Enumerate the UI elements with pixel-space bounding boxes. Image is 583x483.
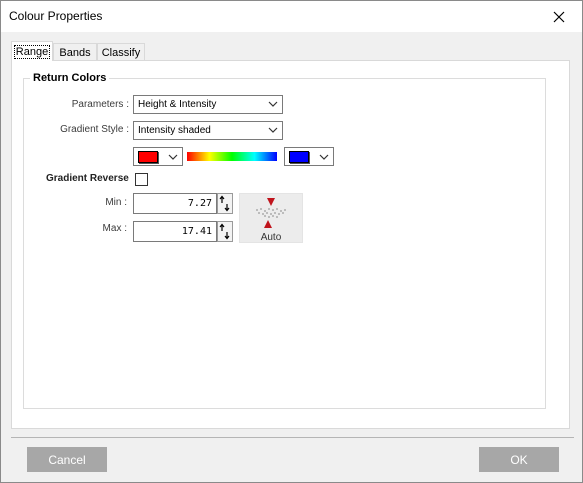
max-input[interactable]: 17.41 [133,221,217,242]
dialog-window: Colour Properties Range Bands Classify R… [0,0,583,483]
tab-classify[interactable]: Classify [97,43,145,61]
min-input[interactable]: 7.27 [133,193,217,214]
chevron-down-icon [268,127,278,133]
chevron-down-icon [268,101,278,107]
gradient-preview [187,152,277,161]
footer-separator [11,437,574,438]
auto-label: Auto [260,232,282,243]
title-bar: Colour Properties [1,1,582,32]
parameters-label: Parameters : [71,99,129,110]
ok-button[interactable]: OK [479,447,559,472]
gradient-reverse-label: Gradient Reverse [46,173,129,184]
tab-panel-range: Return Colors [11,60,570,429]
cancel-button[interactable]: Cancel [27,447,107,472]
gradient-style-select[interactable]: Intensity shaded [133,121,283,140]
gradient-reverse-checkbox[interactable] [135,173,148,186]
up-down-arrows-icon [219,223,230,240]
max-label: Max : [102,223,127,234]
min-label: Min : [105,197,127,208]
min-spinner[interactable] [217,193,233,214]
chevron-down-icon [168,154,178,160]
start-color-picker[interactable] [133,147,183,166]
chevron-down-icon [319,154,329,160]
up-down-arrows-icon [219,195,230,212]
close-icon [553,11,565,22]
return-colors-legend: Return Colors [30,72,110,84]
end-color-picker[interactable] [284,147,334,166]
tab-classify-label: Classify [101,46,141,59]
start-color-swatch [138,151,158,163]
tab-range[interactable]: Range [11,41,53,61]
window-title: Colour Properties [9,9,103,23]
gradient-style-value: Intensity shaded [138,125,211,136]
gradient-style-label: Gradient Style : [60,124,129,135]
auto-range-button[interactable]: Auto [239,193,303,243]
parameters-select[interactable]: Height & Intensity [133,95,283,114]
close-button[interactable] [536,1,582,32]
tab-bands-label: Bands [59,46,91,59]
end-color-swatch [289,151,309,163]
auto-range-icon [256,198,286,228]
parameters-value: Height & Intensity [138,99,217,110]
tab-bands[interactable]: Bands [53,43,97,61]
tab-range-label: Range [13,44,51,59]
max-spinner[interactable] [217,221,233,242]
